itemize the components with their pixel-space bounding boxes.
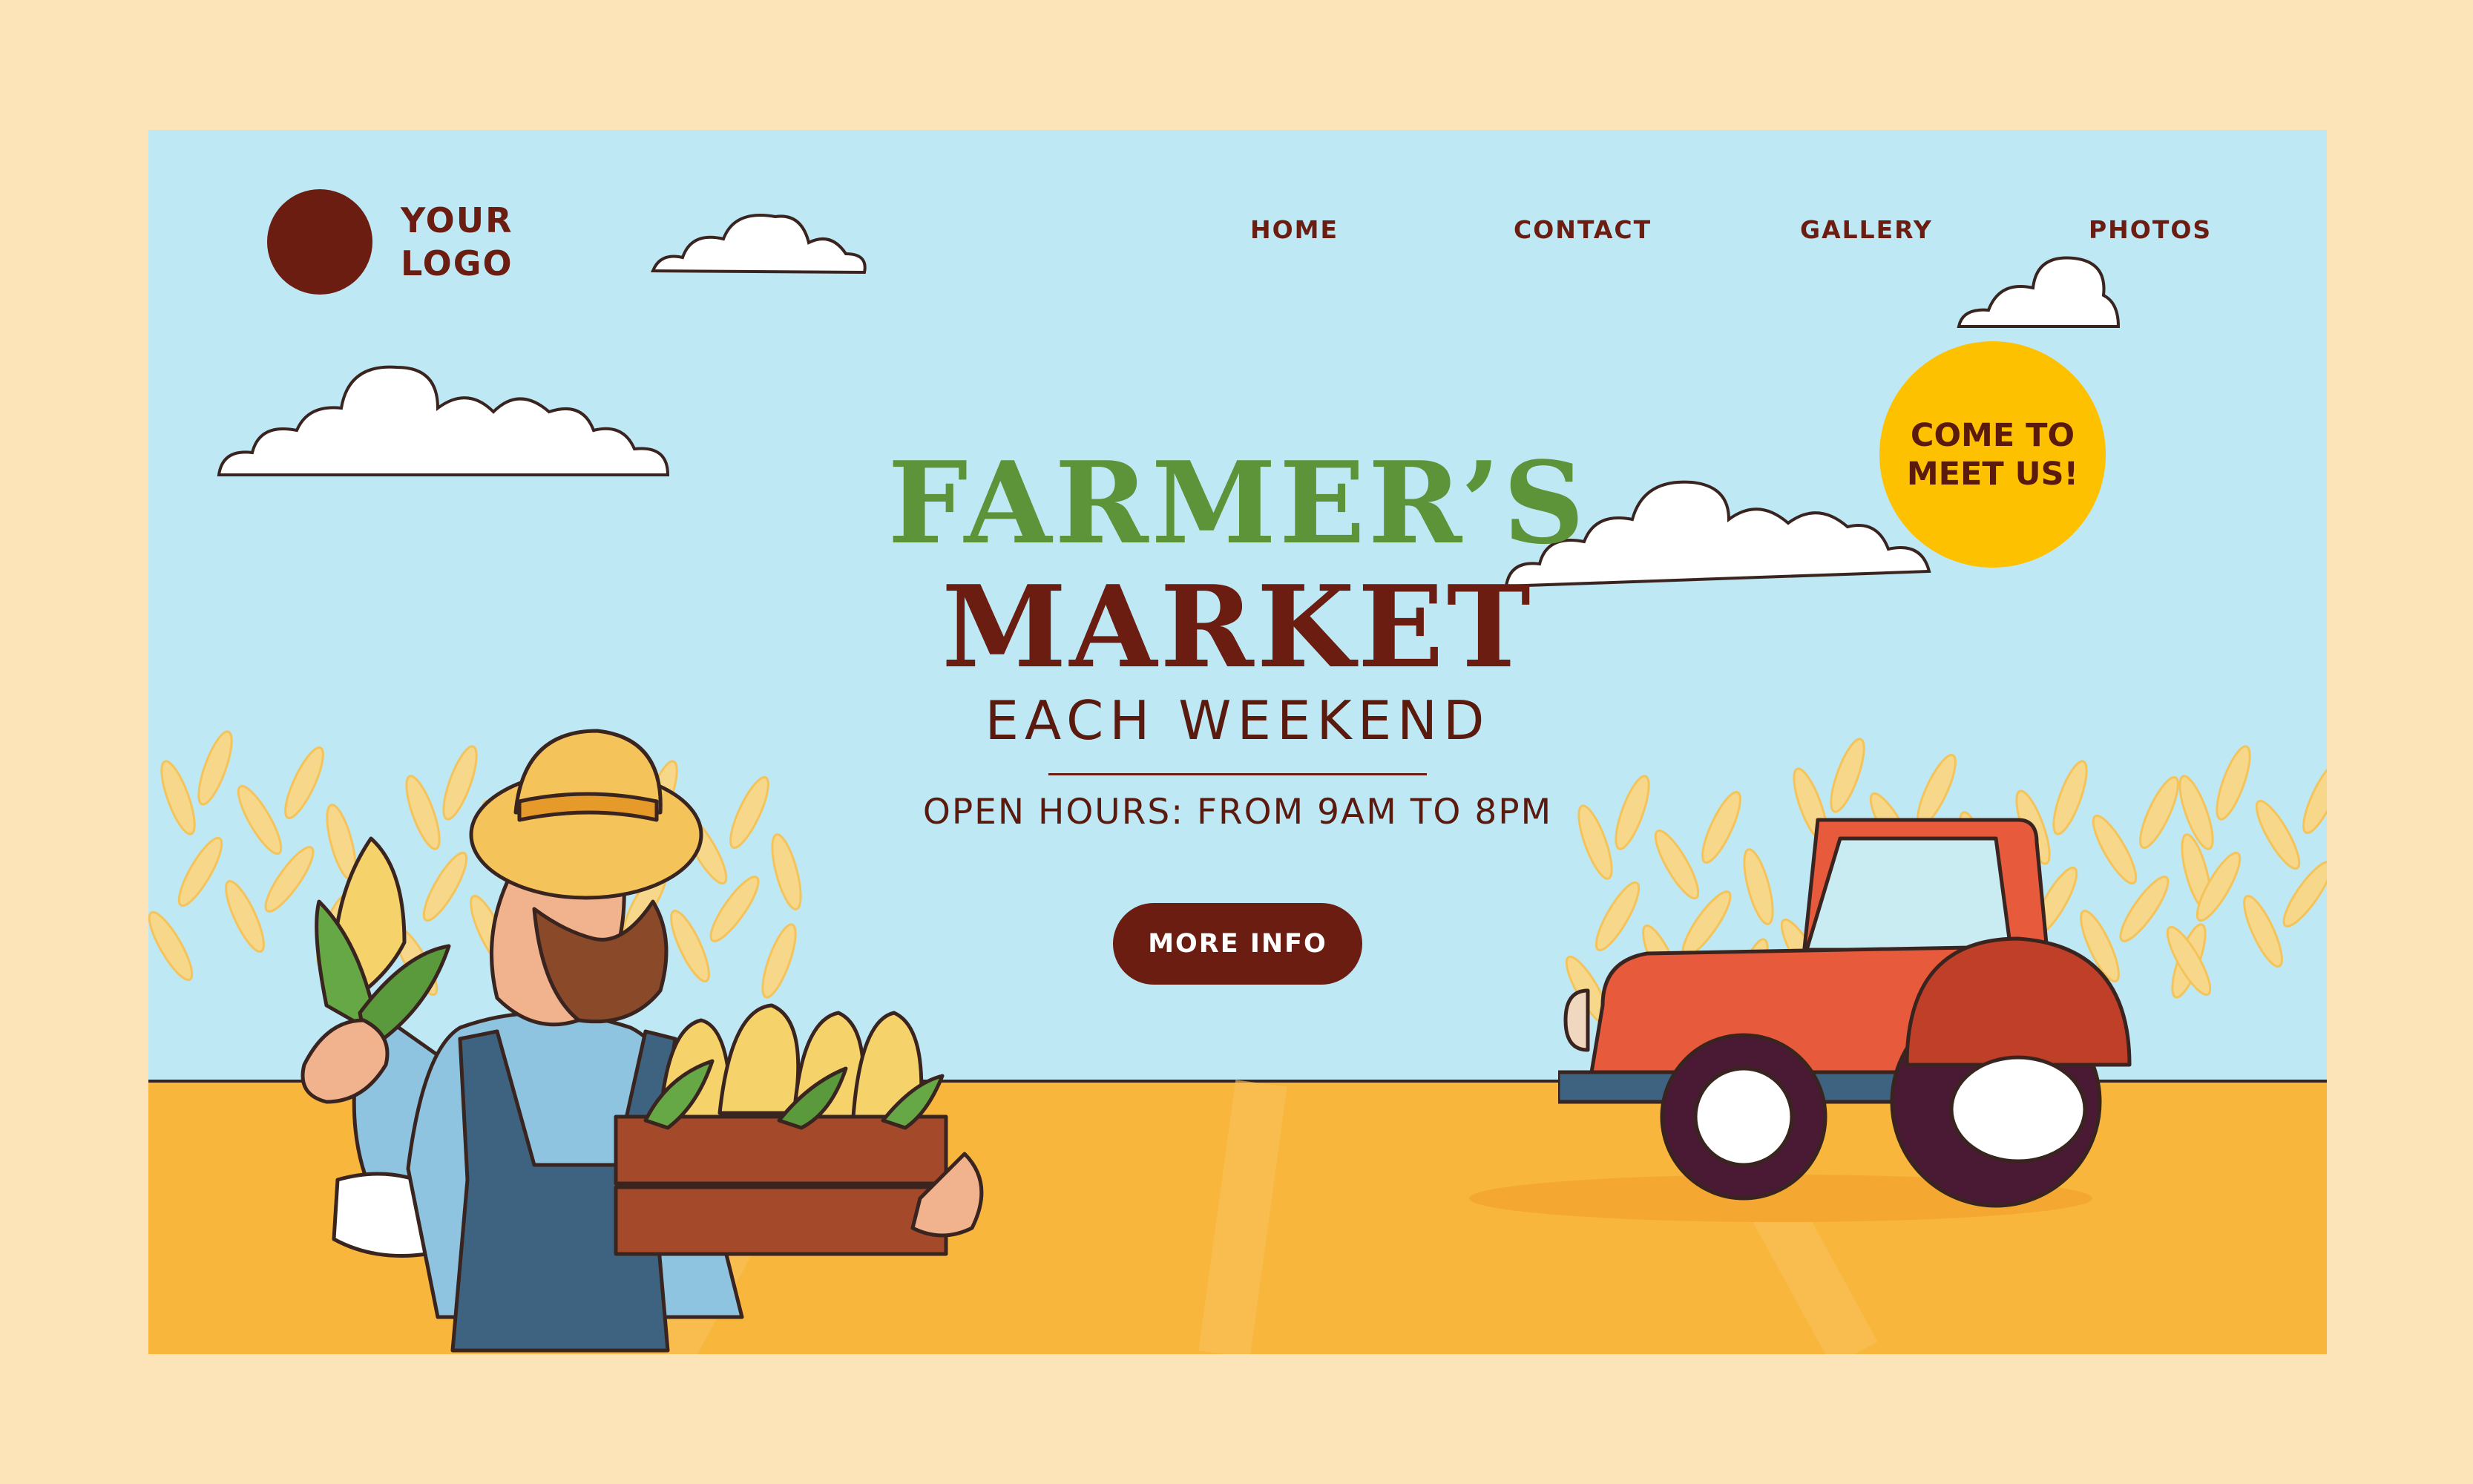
logo-line-1: YOUR (401, 200, 513, 240)
site-logo[interactable]: YOUR LOGO (267, 189, 513, 295)
nav-gallery[interactable]: GALLERY (1800, 215, 1933, 244)
logo-line-2: LOGO (401, 243, 513, 283)
logo-text: YOUR LOGO (401, 199, 513, 285)
tractor-icon (1558, 818, 2132, 1208)
nav-photos[interactable]: PHOTOS (2089, 215, 2212, 244)
nav-home[interactable]: HOME (1250, 215, 1339, 244)
farmer-illustration (300, 729, 984, 1353)
hero-title-line-1: FARMER’S (887, 436, 1588, 569)
nav-contact[interactable]: CONTACT (1514, 215, 1652, 244)
logo-circle-icon (267, 189, 372, 295)
meet-us-badge: COME TO MEET US! (1879, 341, 2106, 568)
hero-title-line-2: MARKET (942, 560, 1534, 693)
landing-page: YOUR LOGO HOME CONTACT GALLERY PHOTOS CO… (148, 130, 2327, 1354)
